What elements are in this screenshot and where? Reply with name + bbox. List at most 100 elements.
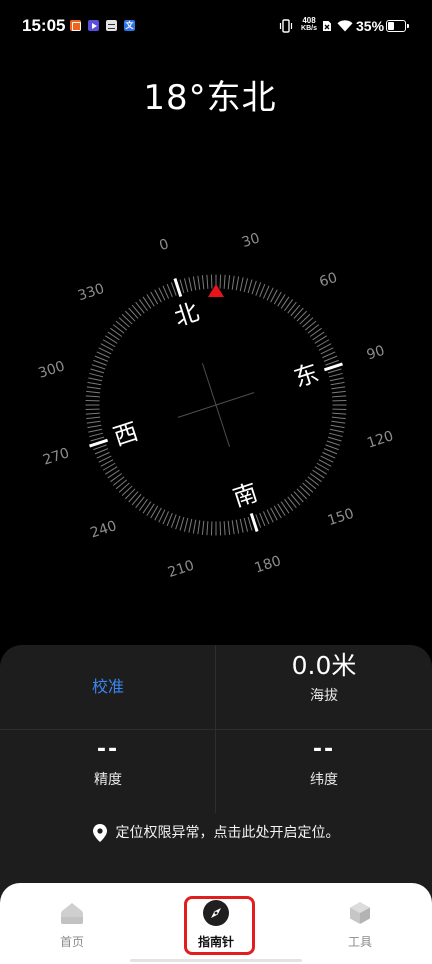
minor-tick <box>327 368 342 374</box>
minor-tick <box>239 518 244 533</box>
degree-label: 270 <box>41 445 71 468</box>
minor-tick <box>91 364 106 370</box>
minor-tick <box>243 278 249 293</box>
accuracy-cell: -- 精度 <box>0 729 216 813</box>
location-notice-text: 定位权限异常，点击此处开启定位。 <box>115 825 340 841</box>
minor-tick <box>87 381 102 386</box>
network-speed-value: 408 <box>302 16 316 25</box>
location-pin-icon <box>92 824 107 842</box>
minor-tick <box>255 282 262 296</box>
minor-tick <box>259 512 266 527</box>
minor-tick <box>323 355 338 362</box>
minor-tick <box>183 278 189 293</box>
wifi-icon <box>337 20 353 32</box>
degree-label: 240 <box>88 518 118 541</box>
minor-tick <box>302 482 314 493</box>
calibrate-label: 校准 <box>91 677 124 696</box>
minor-tick <box>179 516 185 531</box>
minor-tick <box>179 279 185 294</box>
tools-cube-icon <box>350 902 370 924</box>
minor-tick <box>322 351 336 359</box>
minor-tick <box>293 307 304 319</box>
altitude-value: 0.0米 <box>291 651 357 680</box>
minor-tick <box>188 518 193 533</box>
minor-tick <box>262 285 270 299</box>
minor-tick <box>302 317 314 328</box>
minor-tick <box>201 520 205 535</box>
no-sim-icon <box>323 21 331 31</box>
battery-percentage: 35% <box>356 18 385 34</box>
minor-tick <box>128 491 139 503</box>
cardinal-west: 西 <box>110 417 141 451</box>
degree-label: 30 <box>240 230 262 251</box>
minor-tick <box>235 519 240 534</box>
minor-tick <box>247 516 253 531</box>
vibrate-icon <box>279 19 293 33</box>
minor-tick <box>89 372 104 378</box>
nav-label-tools: 工具 <box>347 935 372 949</box>
minor-tick <box>118 317 130 328</box>
minor-tick <box>223 274 226 289</box>
gray-app-icon <box>106 20 117 31</box>
latitude-label: 纬度 <box>310 772 338 788</box>
video-app-icon <box>88 20 99 31</box>
battery-nub <box>407 24 409 28</box>
minor-tick <box>162 511 170 525</box>
minor-tick <box>293 491 304 503</box>
cardinal-south: 南 <box>230 478 261 512</box>
minor-tick <box>332 395 347 398</box>
status-bar: 15:05 文 408 KB/s 35% <box>0 0 432 50</box>
minor-tick <box>251 280 257 295</box>
minor-tick <box>118 482 130 493</box>
minor-tick <box>329 428 344 433</box>
minor-tick <box>96 451 110 459</box>
minor-tick <box>197 520 201 535</box>
battery-level-fill <box>388 22 394 30</box>
bottom-nav: 首页 指南针 工具 <box>0 883 432 964</box>
minor-tick <box>85 412 100 415</box>
degree-label: 90 <box>365 343 387 364</box>
degree-label: 60 <box>317 270 339 291</box>
heading-indicator-arrow <box>208 284 224 297</box>
minor-tick <box>299 485 311 497</box>
minor-tick <box>206 274 209 289</box>
minor-tick <box>331 390 346 394</box>
minor-tick <box>325 444 339 451</box>
nav-item-tools[interactable]: 工具 <box>288 883 432 959</box>
minor-tick <box>124 488 136 500</box>
minor-tick <box>166 512 173 527</box>
minor-tick <box>201 275 205 290</box>
minor-tick <box>235 276 240 291</box>
cardinal-north: 北 <box>171 298 202 332</box>
minor-tick <box>86 416 101 420</box>
minor-tick <box>175 515 181 530</box>
minor-tick <box>327 436 342 442</box>
crosshair-horizontal <box>177 392 255 418</box>
location-permission-notice[interactable]: 定位权限异常，点击此处开启定位。 <box>0 818 432 848</box>
minor-tick <box>247 279 253 294</box>
nav-item-home[interactable]: 首页 <box>0 883 144 959</box>
nav-label-home: 首页 <box>59 935 84 949</box>
minor-tick <box>332 412 347 415</box>
calibrate-button[interactable]: 校准 <box>0 645 216 729</box>
minor-tick <box>262 511 270 525</box>
minor-tick <box>331 416 346 420</box>
minor-tick <box>231 275 235 290</box>
minor-tick <box>323 448 338 455</box>
minor-tick <box>328 432 343 438</box>
degree-label: 0 <box>157 236 170 254</box>
compass-dial: 0 30 60 90 120 150 180 210 240 270 300 330 北东南 西 <box>36 230 395 581</box>
active-tab-highlight-box <box>184 896 255 955</box>
status-time: 15:05 <box>22 16 66 35</box>
minor-tick <box>322 451 336 459</box>
minor-tick <box>331 420 346 424</box>
minor-tick <box>94 355 109 362</box>
latitude-cell: -- 纬度 <box>216 729 432 813</box>
minor-tick <box>331 386 346 390</box>
minor-tick <box>188 277 193 292</box>
battery-icon <box>386 20 406 32</box>
translate-app-icon: 文 <box>124 20 135 31</box>
minor-tick <box>206 521 209 536</box>
minor-tick <box>89 432 104 438</box>
minor-tick <box>88 377 103 382</box>
